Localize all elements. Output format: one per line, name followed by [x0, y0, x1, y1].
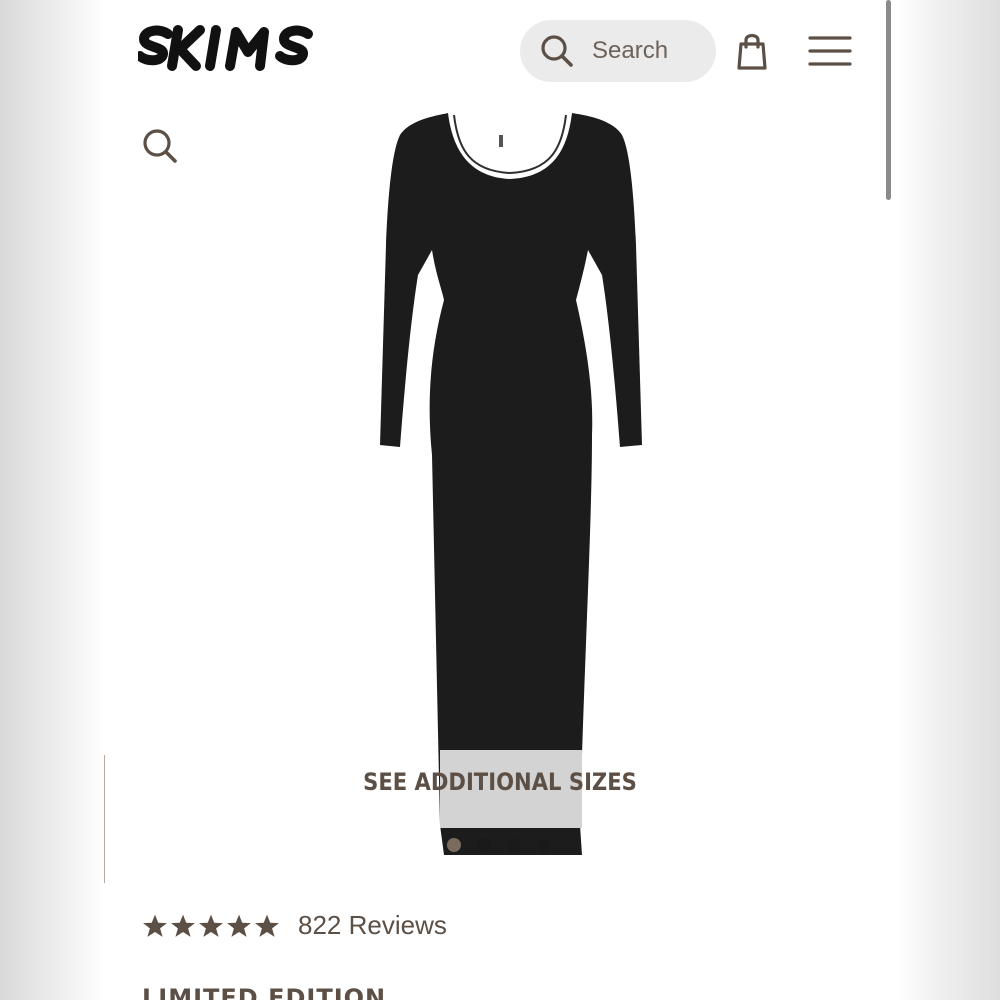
phone-screen: Search SEE ADDITIONAL SIZES 822 Reviews …	[105, 0, 897, 1000]
star-icon	[143, 914, 167, 937]
shopping-bag-icon[interactable]	[733, 30, 771, 72]
carousel-dot-2[interactable]	[477, 838, 491, 852]
see-additional-sizes-link[interactable]: SEE ADDITIONAL SIZES	[311, 768, 689, 796]
search-bar[interactable]: Search	[520, 20, 716, 82]
limited-edition-label: LIMITED EDITION	[142, 984, 387, 1000]
carousel-dots	[447, 838, 551, 852]
carousel-dot-4[interactable]	[537, 838, 551, 852]
star-icon	[255, 914, 279, 937]
review-count[interactable]: 822 Reviews	[298, 910, 447, 941]
search-placeholder: Search	[592, 37, 669, 64]
star-rating	[142, 913, 280, 939]
carousel-dot-3[interactable]	[507, 838, 521, 852]
carousel-dot-1[interactable]	[447, 838, 461, 852]
hamburger-menu-icon[interactable]	[808, 32, 852, 70]
background-right	[897, 0, 1000, 1000]
zoom-search-icon[interactable]	[141, 127, 179, 165]
skims-logo[interactable]	[138, 22, 320, 72]
background-left	[0, 0, 105, 1000]
star-icon	[171, 914, 195, 937]
product-image-dress[interactable]	[370, 105, 650, 855]
star-icon	[227, 914, 251, 937]
star-icon	[199, 914, 223, 937]
search-icon	[540, 33, 576, 69]
scrollbar[interactable]	[886, 0, 891, 200]
product-rating[interactable]: 822 Reviews	[142, 910, 447, 941]
